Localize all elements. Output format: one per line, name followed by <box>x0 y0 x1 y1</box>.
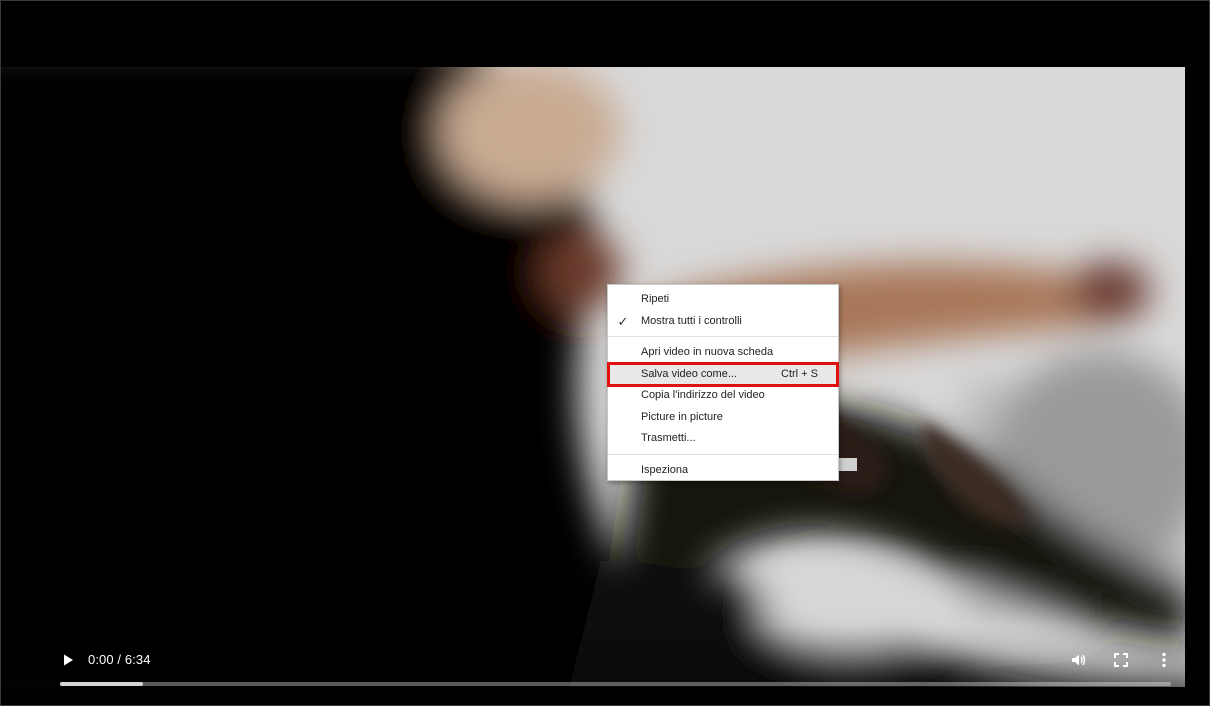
timeline-buffered <box>60 682 144 686</box>
fullscreen-icon <box>1114 653 1128 667</box>
menu-item-label: Salva video come... <box>641 367 737 380</box>
video-frame[interactable] <box>1 1 1209 705</box>
menu-item-label: Ripeti <box>641 293 670 305</box>
more-options-button[interactable] <box>1153 649 1175 671</box>
menu-item-show-all-controls[interactable]: ✓ Mostra tutti i controlli <box>608 311 838 333</box>
menu-item-label: Copia l'indirizzo del video <box>641 389 765 401</box>
menu-item-picture-in-picture[interactable]: Picture in picture <box>608 407 838 429</box>
menu-item-cast[interactable]: Trasmetti... <box>608 428 838 450</box>
checkmark-icon: ✓ <box>617 313 629 329</box>
menu-item-label: Ispeziona <box>641 463 689 476</box>
video-frame-image <box>1 1 1209 705</box>
volume-button[interactable] <box>1067 649 1089 671</box>
video-controls: 0:00 / 6:34 <box>1 625 1209 705</box>
menu-item-save-video-as[interactable]: Salva video come... Ctrl + S <box>607 361 839 387</box>
video-player[interactable]: 0:00 / 6:34 Ripeti ✓ Mostra tutti i cont… <box>0 0 1210 706</box>
menu-item-shortcut: Ctrl + S <box>781 367 818 380</box>
more-vertical-icon <box>1162 652 1166 668</box>
play-icon <box>64 654 73 666</box>
menu-item-copy-video-address[interactable]: Copia l'indirizzo del video <box>608 385 838 407</box>
menu-divider <box>608 453 838 455</box>
menu-item-label: Trasmetti... <box>641 432 696 444</box>
menu-item-inspect[interactable]: Ispeziona <box>608 460 838 482</box>
menu-item-label: Picture in picture <box>641 410 723 423</box>
video-detail-chip <box>839 458 857 471</box>
timeline-scrubber[interactable] <box>60 682 1171 686</box>
menu-item-loop[interactable]: Ripeti <box>608 289 838 311</box>
play-button[interactable] <box>57 649 79 671</box>
menu-item-label: Apri video in nuova scheda <box>641 346 774 358</box>
fullscreen-button[interactable] <box>1110 649 1132 671</box>
menu-item-label: Mostra tutti i controlli <box>641 314 742 327</box>
menu-item-open-video-new-tab[interactable]: Apri video in nuova scheda <box>608 342 838 364</box>
volume-icon <box>1072 654 1086 666</box>
menu-divider <box>608 336 838 337</box>
time-display: 0:00 / 6:34 <box>88 652 151 667</box>
context-menu: Ripeti ✓ Mostra tutti i controlli Apri v… <box>607 284 839 481</box>
